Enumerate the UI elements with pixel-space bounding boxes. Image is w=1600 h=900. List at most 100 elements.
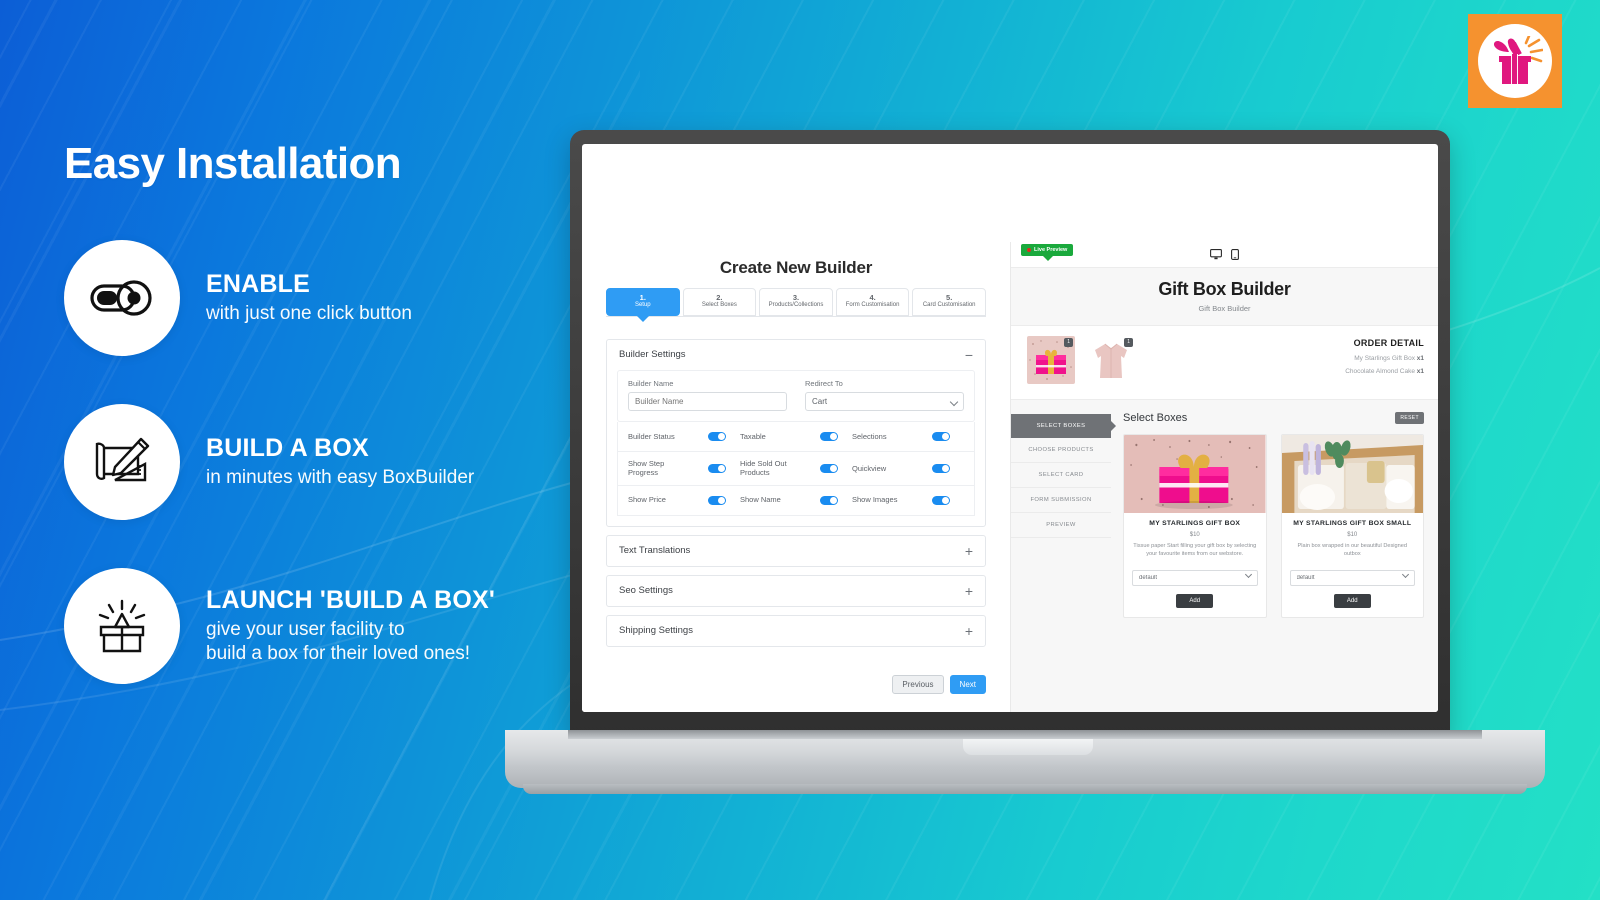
builder-settings-panel: Builder Settings − Builder Name Redire	[606, 338, 986, 527]
toggle-switch-icon	[90, 280, 152, 316]
blueprint-pencil-icon	[95, 438, 150, 482]
section-title: Select Boxes	[1123, 412, 1188, 424]
add-to-box-button[interactable]: Add	[1333, 593, 1371, 608]
toggle-selections[interactable]: Selections	[852, 432, 964, 441]
next-button[interactable]: Next	[949, 674, 986, 694]
builder-name-label: Builder Name	[628, 378, 674, 388]
step-label: Form Customisation	[845, 302, 900, 309]
product-price: $10	[1189, 532, 1200, 538]
live-preview-badge: Live Preview	[1021, 244, 1074, 261]
tab-form-customisation[interactable]: 4. Form Customisation	[835, 288, 910, 316]
previous-button[interactable]: Previous	[892, 674, 944, 694]
builder-settings-body: Builder Name Redirect To Cart	[607, 369, 985, 526]
product-variant-select[interactable]: default	[1132, 569, 1258, 586]
product-variant-select[interactable]: default	[1289, 569, 1415, 586]
order-item-qty: x1	[1416, 355, 1424, 362]
toggle-show-images[interactable]: Show Images	[852, 495, 964, 505]
toggle-label: Quickview	[852, 463, 887, 473]
switch-on[interactable]	[932, 495, 950, 505]
sidebar-item-form-submission[interactable]: FORM SUBMISSION	[1011, 488, 1111, 513]
expand-icon[interactable]: +	[965, 624, 973, 638]
product-card: MY STARLINGS GIFT BOX SMALL $10 Plain bo…	[1280, 434, 1424, 618]
add-to-box-button[interactable]: Add	[1176, 593, 1214, 608]
step-number: 2.	[716, 293, 723, 302]
switch-on[interactable]	[820, 495, 838, 505]
builder-name-input[interactable]	[628, 391, 787, 411]
app-window: Create New Builder 1. Setup 2. Select Bo…	[582, 242, 1438, 712]
switch-on[interactable]	[820, 431, 838, 441]
product-variant-select-wrap: default	[1132, 566, 1258, 586]
toggle-quickview[interactable]: Quickview	[852, 464, 964, 473]
step-label: Card Customisation	[922, 302, 976, 309]
shipping-settings-panel[interactable]: Shipping Settings +	[606, 614, 986, 647]
sidebar-item-select-card[interactable]: SELECT CARD	[1011, 463, 1111, 488]
panel-heading: Text Translations	[619, 545, 691, 557]
switch-on[interactable]	[708, 495, 726, 505]
switch-on[interactable]	[708, 463, 726, 473]
mobile-icon[interactable]	[1231, 249, 1239, 260]
builder-settings-header[interactable]: Builder Settings −	[607, 340, 985, 370]
text-translations-header[interactable]: Text Translations +	[607, 536, 985, 566]
order-summary-bar: 1 1 ORDER DETAIL My Starlings Gift Box x…	[1011, 326, 1438, 400]
pink-shirt-thumb[interactable]: 1	[1087, 336, 1135, 384]
order-item: Chocolate Almond Cake x1	[1345, 368, 1424, 375]
toggle-hide-sold-out-products[interactable]: Hide Sold Out Products	[740, 459, 852, 478]
product-image-gift-box	[1124, 435, 1266, 513]
product-card: MY STARLINGS GIFT BOX $10 Tissue paper S…	[1123, 434, 1267, 618]
sidebar-item-choose-products[interactable]: CHOOSE PRODUCTS	[1011, 438, 1111, 463]
tab-products-collections[interactable]: 3. Products/Collections	[759, 288, 833, 316]
builder-step-tabs: 1. Setup 2. Select Boxes 3. Products/Col…	[606, 288, 986, 316]
panel-heading: Builder Settings	[619, 349, 686, 361]
toggle-label: Show Price	[628, 495, 666, 505]
switch-on[interactable]	[932, 431, 950, 441]
switch-on[interactable]	[820, 463, 838, 473]
gift-box-builder-header: Gift Box Builder Gift Box Builder	[1011, 268, 1438, 326]
laptop-trackpad-notch	[963, 739, 1093, 755]
redirect-to-select[interactable]: Cart	[805, 391, 964, 411]
tab-setup[interactable]: 1. Setup	[606, 288, 680, 316]
preview-subtitle: Gift Box Builder	[1198, 304, 1251, 313]
feature-subtitle: with just one click button	[206, 302, 412, 324]
toggle-label: Taxable	[740, 431, 766, 441]
collapse-icon[interactable]: −	[965, 348, 973, 362]
toggle-show-price[interactable]: Show Price	[628, 495, 740, 505]
toggle-show-name[interactable]: Show Name	[740, 495, 852, 505]
toggle-row-1: Builder Status Taxable Selections	[617, 421, 975, 452]
step-number: 5.	[946, 293, 953, 302]
open-gift-box-icon	[98, 600, 146, 653]
shipping-settings-header[interactable]: Shipping Settings +	[607, 616, 985, 646]
preview-title: Gift Box Builder	[1158, 279, 1291, 299]
tab-select-boxes[interactable]: 2. Select Boxes	[682, 288, 757, 316]
pink-gift-box-thumb[interactable]: 1	[1027, 336, 1075, 384]
toggle-taxable[interactable]: Taxable	[740, 432, 852, 441]
toggle-label: Hide Sold Out Products	[740, 458, 787, 478]
reset-button[interactable]: RESET	[1395, 412, 1424, 424]
order-item-name: Chocolate Almond Cake	[1345, 368, 1415, 375]
thumb-qty-badge: 1	[1064, 338, 1073, 347]
builder-settings-fields: Builder Name Redirect To Cart	[617, 369, 975, 422]
expand-icon[interactable]: +	[965, 584, 973, 598]
desktop-icon[interactable]	[1210, 249, 1222, 260]
sidebar-item-preview[interactable]: PREVIEW	[1011, 513, 1111, 538]
switch-on[interactable]	[932, 463, 950, 473]
feature-title: LAUNCH 'BUILD A BOX'	[206, 585, 496, 614]
expand-icon[interactable]: +	[965, 544, 973, 558]
product-description: Tissue paper Start filling your gift box…	[1133, 543, 1257, 558]
toggle-builder-status[interactable]: Builder Status	[628, 432, 740, 441]
tab-card-customisation[interactable]: 5. Card Customisation	[912, 288, 986, 316]
product-price: $10	[1347, 532, 1358, 538]
feature-icon-circle	[64, 240, 180, 357]
switch-on[interactable]	[708, 431, 726, 441]
gift-box-icon	[1493, 36, 1543, 84]
order-item-name: My Starlings Gift Box	[1354, 355, 1415, 362]
toggle-label: Show Name	[740, 495, 781, 505]
toggle-show-step-progress[interactable]: Show Step Progress	[628, 459, 740, 478]
sidebar-item-select-boxes[interactable]: SELECT BOXES	[1011, 414, 1111, 438]
preview-main-content: Select Boxes RESET MY STARLINGS GIFT BOX…	[1111, 400, 1438, 712]
seo-settings-header[interactable]: Seo Settings +	[607, 576, 985, 606]
toggle-label: Builder Status	[628, 431, 675, 441]
step-label: Select Boxes	[701, 302, 737, 309]
text-translations-panel[interactable]: Text Translations +	[606, 534, 986, 567]
seo-settings-panel[interactable]: Seo Settings +	[606, 574, 986, 607]
order-detail: ORDER DETAIL My Starlings Gift Box x1 Ch…	[1345, 336, 1424, 381]
